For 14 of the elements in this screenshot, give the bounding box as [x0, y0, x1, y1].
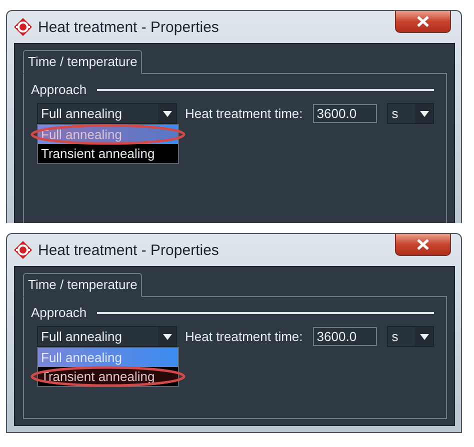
window-title: Heat treatment - Properties	[38, 242, 220, 258]
field-label: Heat treatment time:	[185, 329, 303, 344]
time-input[interactable]: 3600.0	[312, 327, 377, 346]
approach-dropdown[interactable]: Full annealing	[37, 326, 177, 347]
approach-dropdown[interactable]: Full annealing	[37, 103, 177, 124]
window-title: Heat treatment - Properties	[38, 18, 220, 36]
group-title: Approach	[31, 305, 87, 320]
tab[interactable]: Time / temperature	[23, 50, 142, 74]
unit-dropdown[interactable]: s	[386, 326, 434, 347]
group-title: Approach	[31, 82, 87, 97]
unit-dropdown[interactable]: s	[386, 103, 434, 124]
tab[interactable]: Time / temperature	[23, 273, 142, 297]
time-input[interactable]: 3600.0	[312, 104, 377, 123]
field-label: Heat treatment time:	[185, 106, 303, 121]
